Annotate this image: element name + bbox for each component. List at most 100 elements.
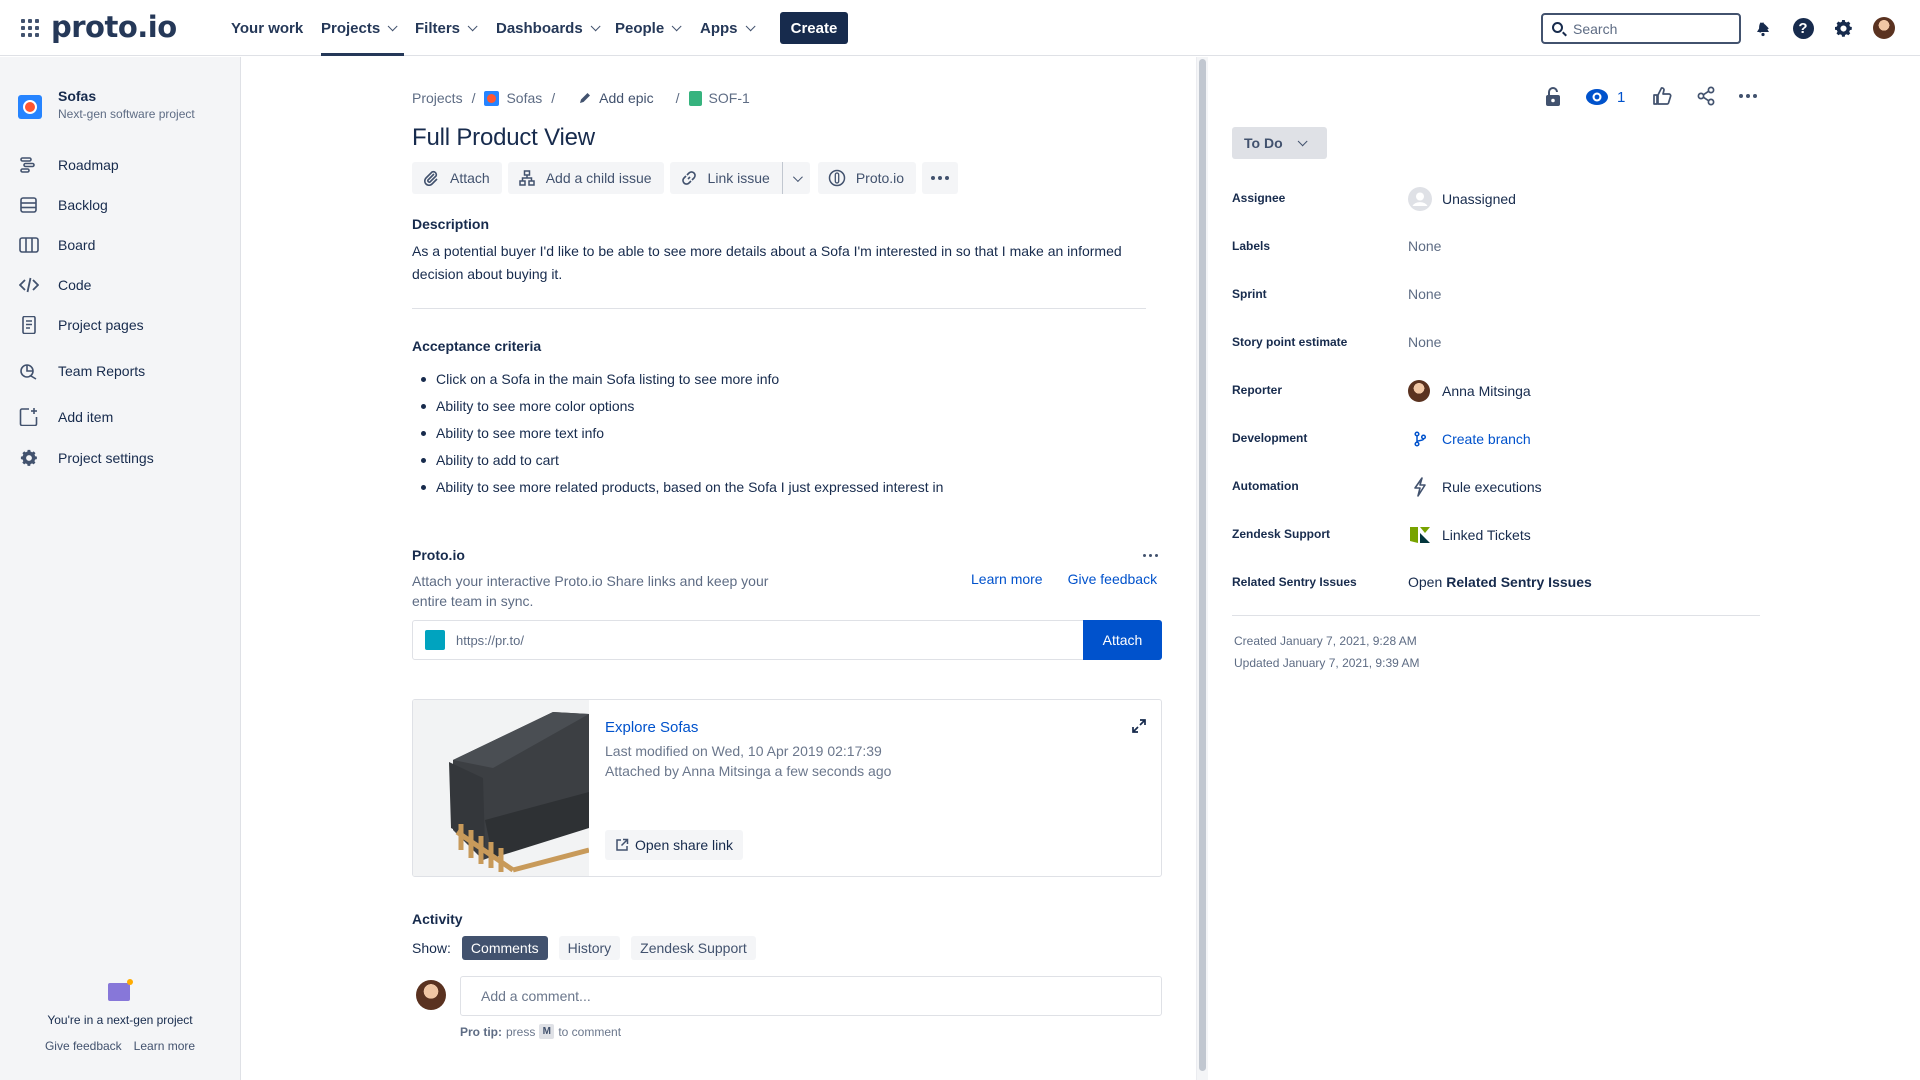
labels-value[interactable]: None	[1408, 238, 1441, 254]
hierarchy-icon	[518, 169, 536, 187]
nav-apps[interactable]: Apps	[700, 0, 756, 56]
reporter-value[interactable]: Anna Mitsinga	[1408, 380, 1531, 402]
list-item: Ability to see more related products, ba…	[412, 475, 943, 502]
share-link-input[interactable]: https://pr.to/ Attach	[412, 620, 1162, 660]
prototype-title-link[interactable]: Explore Sofas	[605, 719, 698, 736]
help-icon[interactable]: ?	[1791, 16, 1815, 40]
create-branch-link[interactable]: Create branch	[1408, 427, 1531, 451]
proto-more-icon[interactable]	[1143, 554, 1158, 557]
notifications-icon[interactable]	[1751, 16, 1775, 40]
share-icon[interactable]	[1696, 86, 1716, 108]
story-icon	[688, 90, 702, 106]
comment-input[interactable]: Add a comment...	[460, 976, 1162, 1016]
description-text[interactable]: As a potential buyer I'd like to be able…	[412, 240, 1152, 286]
chevron-down-icon	[1297, 135, 1308, 146]
filter-history[interactable]: History	[558, 936, 621, 960]
more-icon[interactable]	[1739, 94, 1757, 98]
sentry-issues-link[interactable]: Open Related Sentry Issues	[1408, 574, 1592, 590]
more-actions-button[interactable]	[922, 162, 959, 194]
sidebar-item-project-pages[interactable]: Project pages	[0, 309, 240, 341]
attach-button[interactable]: Attach	[412, 162, 502, 194]
breadcrumb-projects[interactable]: Projects	[412, 90, 463, 106]
lock-icon[interactable]	[1543, 86, 1563, 108]
nav-people[interactable]: People	[615, 0, 682, 56]
logo[interactable]: proto.io	[51, 10, 177, 44]
search-input[interactable]: Search	[1541, 13, 1741, 44]
sidebar-item-board[interactable]: Board	[0, 229, 240, 261]
like-icon[interactable]	[1652, 86, 1672, 108]
sidebar-item-add-item[interactable]: Add item	[0, 401, 240, 433]
sidebar-item-team-reports[interactable]: Team Reports	[0, 355, 240, 387]
code-icon	[19, 277, 39, 293]
status-dropdown[interactable]: To Do	[1232, 127, 1327, 159]
nav-your-work[interactable]: Your work	[231, 0, 303, 56]
story-points-value[interactable]: None	[1408, 334, 1441, 350]
acceptance-list: Click on a Sofa in the main Sofa listing…	[412, 367, 943, 502]
chevron-down-icon	[745, 20, 756, 31]
breadcrumb-sofas[interactable]: Sofas	[506, 90, 542, 106]
create-button[interactable]: Create	[780, 12, 848, 44]
proto-heading: Proto.io	[412, 547, 465, 563]
field-label-development: Development	[1232, 431, 1308, 445]
settings-icon[interactable]	[1831, 16, 1855, 40]
give-feedback-link[interactable]: Give feedback	[45, 1039, 122, 1053]
proto-io-button[interactable]: Proto.io	[817, 162, 917, 194]
filter-comments[interactable]: Comments	[461, 936, 548, 960]
lightning-icon	[1408, 475, 1432, 499]
sidebar-item-roadmap[interactable]: Roadmap	[0, 149, 240, 181]
reporter-avatar	[1408, 380, 1430, 402]
nav-projects[interactable]: Projects	[321, 0, 405, 56]
nav-filters[interactable]: Filters	[415, 0, 478, 56]
pages-icon	[22, 316, 36, 334]
divider	[1232, 615, 1760, 616]
user-avatar[interactable]	[1873, 17, 1895, 39]
settings-icon	[20, 449, 37, 466]
breadcrumb-issue-key[interactable]: SOF-1	[709, 90, 750, 106]
sprint-value[interactable]: None	[1408, 286, 1441, 302]
chevron-down-icon	[792, 171, 803, 182]
assignee-value[interactable]: Unassigned	[1408, 187, 1516, 211]
watchers-button[interactable]: 1	[1585, 86, 1625, 108]
scrollbar-thumb[interactable]	[1199, 59, 1206, 1071]
keyboard-shortcut: M	[539, 1024, 555, 1039]
open-share-link-button[interactable]: Open share link	[605, 830, 744, 860]
list-item: Ability to add to cart	[412, 448, 943, 475]
more-icon	[931, 176, 950, 180]
main-scrollbar[interactable]	[1196, 57, 1208, 1080]
branch-icon	[1408, 427, 1432, 451]
expand-icon[interactable]	[1131, 718, 1147, 734]
sidebar-item-project-settings[interactable]: Project settings	[0, 442, 240, 474]
link-icon	[680, 169, 698, 187]
link-issue-dropdown[interactable]	[781, 162, 810, 194]
project-name[interactable]: Sofas	[58, 88, 96, 104]
filter-zendesk-support[interactable]: Zendesk Support	[631, 936, 756, 960]
attach-link-button[interactable]: Attach	[1083, 620, 1162, 660]
proto-description: Attach your interactive Proto.io Share l…	[412, 573, 769, 609]
field-label-labels: Labels	[1232, 239, 1271, 253]
external-link-icon	[615, 838, 629, 852]
rule-executions-link[interactable]: Rule executions	[1408, 475, 1542, 499]
sidebar-item-code[interactable]: Code	[0, 269, 240, 301]
linked-tickets-link[interactable]: Linked Tickets	[1408, 523, 1531, 547]
list-item: Click on a Sofa in the main Sofa listing…	[412, 367, 943, 394]
learn-more-link[interactable]: Learn more	[971, 571, 1043, 587]
link-issue-button[interactable]: Link issue	[669, 162, 782, 194]
field-label-sentry: Related Sentry Issues	[1232, 575, 1357, 589]
avatar	[416, 980, 446, 1010]
sofa-thumbnail	[413, 700, 590, 876]
give-feedback-link[interactable]: Give feedback	[1068, 571, 1158, 587]
issue-title[interactable]: Full Product View	[412, 124, 595, 152]
chevron-down-icon	[467, 20, 478, 31]
field-label-zendesk: Zendesk Support	[1232, 527, 1331, 541]
add-child-issue-button[interactable]: Add a child issue	[507, 162, 664, 194]
divider	[412, 308, 1146, 309]
paperclip-icon	[422, 169, 440, 187]
project-avatar[interactable]	[18, 95, 42, 119]
project-sidebar: Sofas Next-gen software project Roadmap …	[0, 57, 241, 1080]
apps-grid-icon[interactable]	[21, 19, 39, 37]
list-item: Ability to see more text info	[412, 421, 943, 448]
learn-more-link[interactable]: Learn more	[134, 1039, 195, 1053]
nav-dashboards[interactable]: Dashboards	[496, 0, 601, 56]
breadcrumb-add-epic[interactable]: Add epic	[599, 90, 653, 106]
sidebar-item-backlog[interactable]: Backlog	[0, 189, 240, 221]
